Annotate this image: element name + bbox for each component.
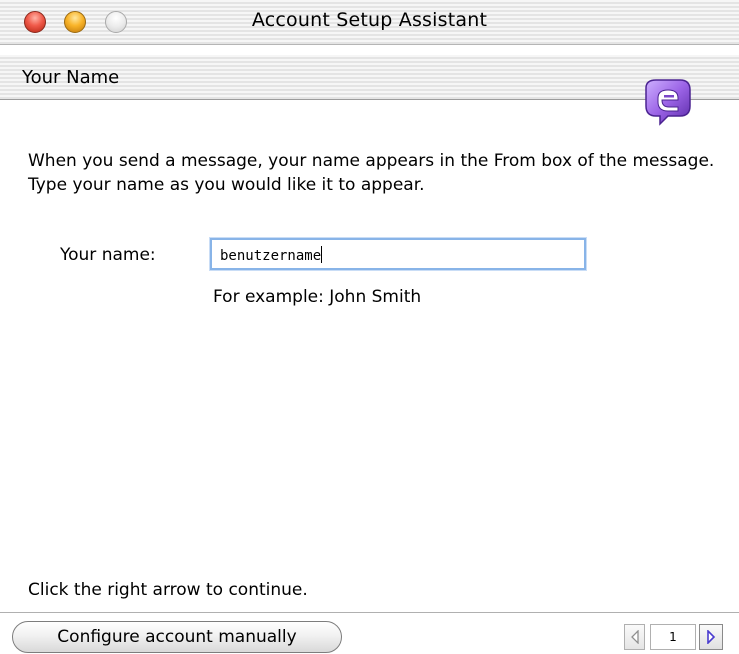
entourage-logo-icon [638, 76, 694, 128]
your-name-label: Your name: [60, 245, 156, 265]
next-page-button[interactable] [699, 624, 723, 650]
section-header: Your Name [0, 55, 739, 100]
configure-account-manually-button[interactable]: Configure account manually [12, 621, 342, 653]
section-title: Your Name [22, 67, 120, 88]
previous-page-button[interactable] [624, 624, 645, 650]
window-title: Account Setup Assistant [251, 9, 488, 31]
right-arrow-icon [707, 630, 716, 644]
left-arrow-icon [630, 630, 639, 644]
example-text: For example: John Smith [213, 287, 422, 307]
your-name-input-value: benutzername [220, 246, 323, 264]
title-bar[interactable]: Account Setup Assistant [0, 0, 739, 45]
footer-divider [0, 612, 739, 613]
account-setup-window: Account Setup Assistant Your Name When y… [0, 0, 739, 654]
page-number: 1 [650, 624, 696, 650]
continue-instruction: Click the right arrow to continue. [28, 580, 308, 600]
description-text: When you send a message, your name appea… [28, 151, 715, 195]
your-name-input[interactable]: benutzername [210, 238, 586, 270]
